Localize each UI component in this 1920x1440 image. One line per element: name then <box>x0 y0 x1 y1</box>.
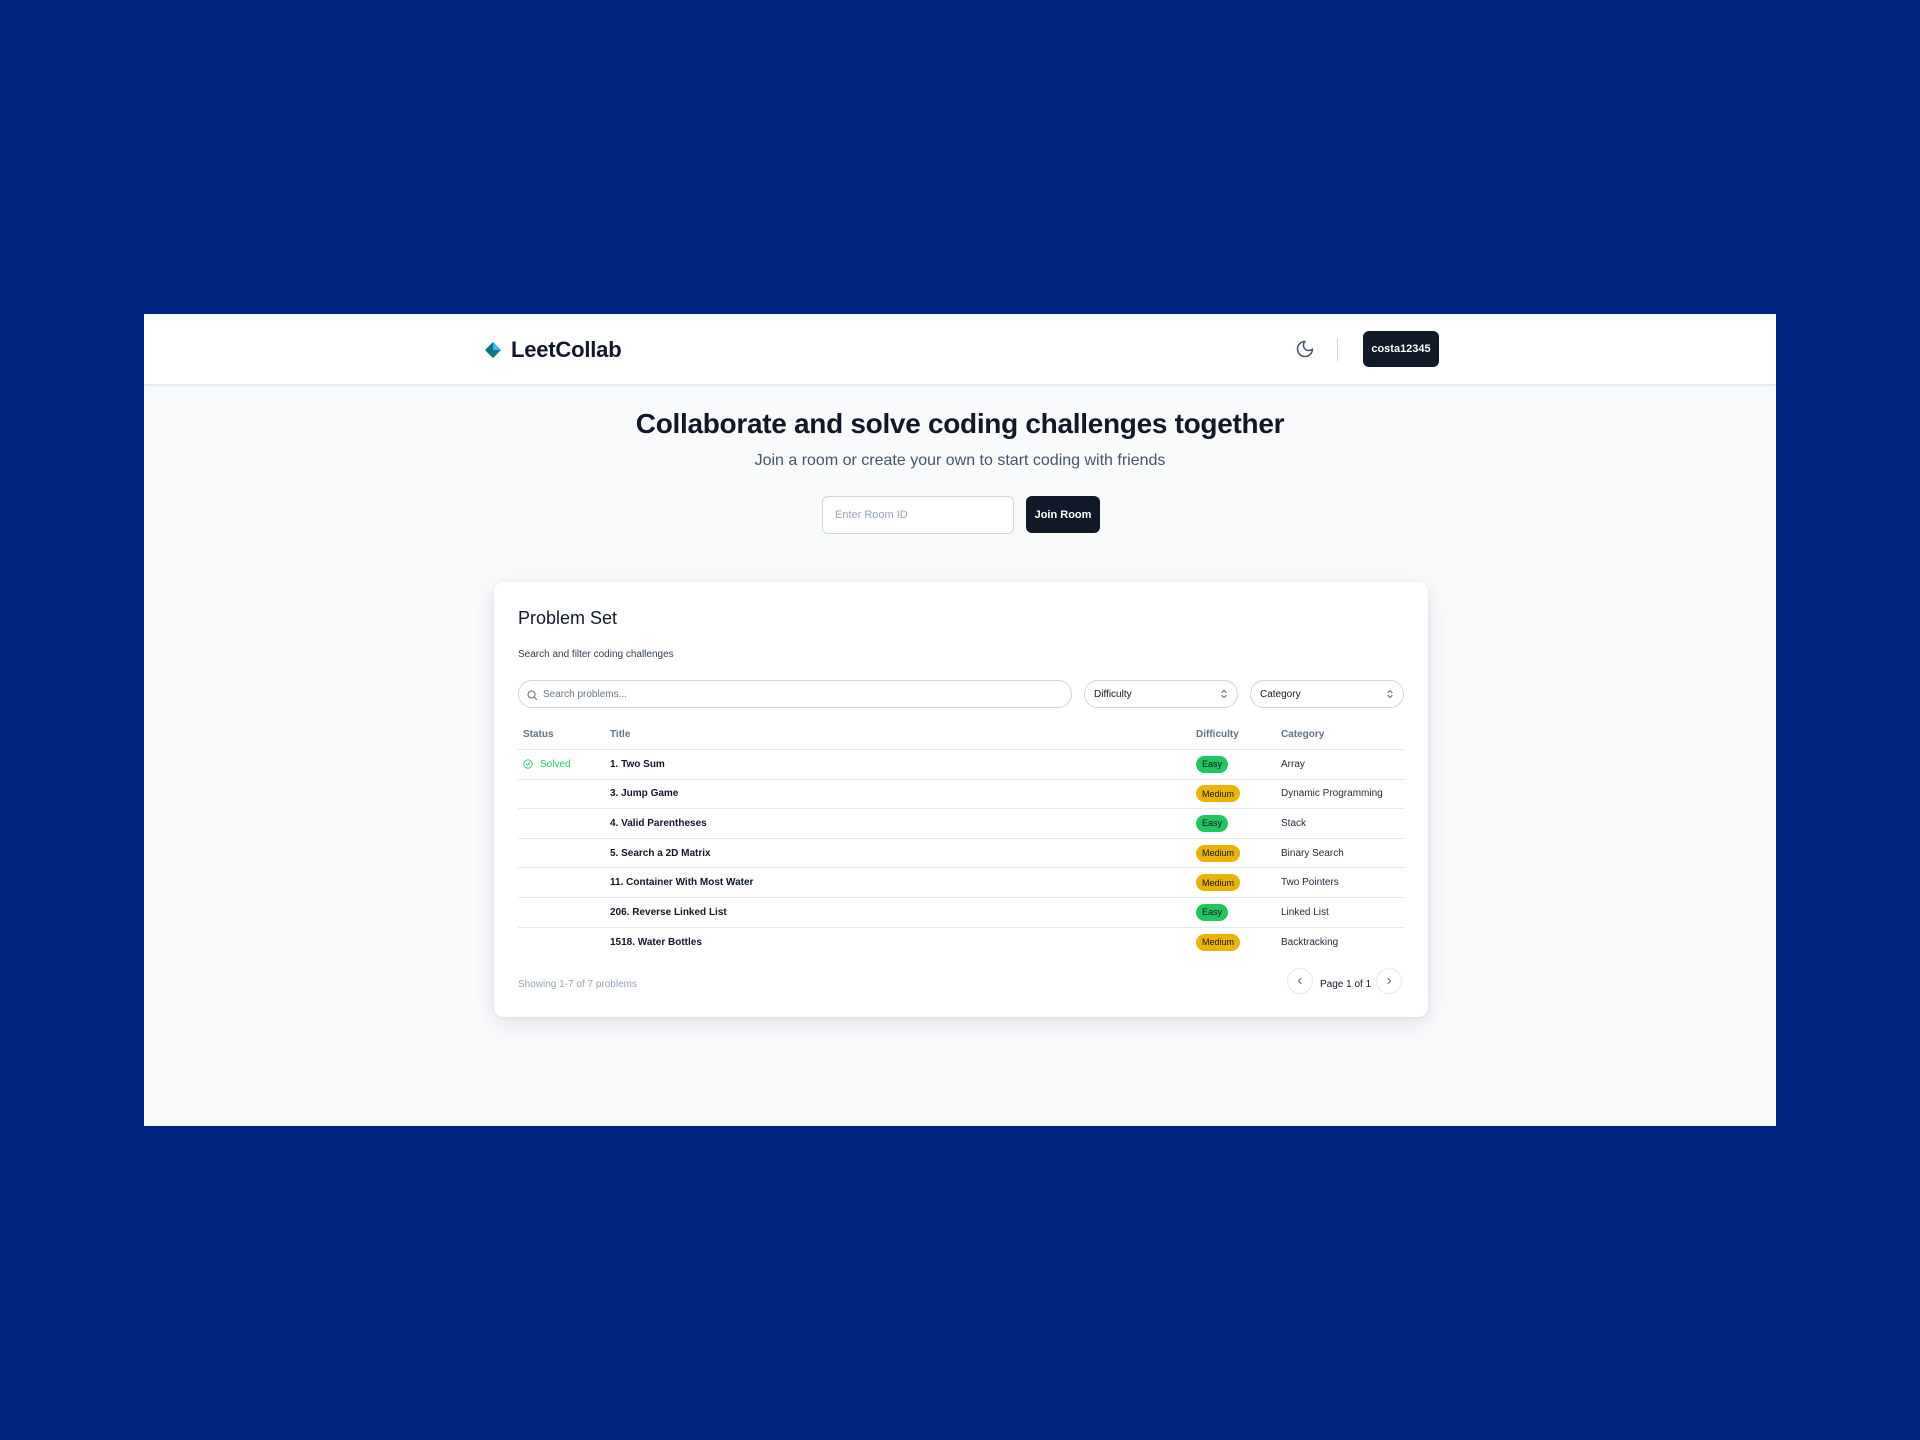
category-cell: Stack <box>1281 817 1307 829</box>
difficulty-cell: Medium <box>1196 839 1241 868</box>
difficulty-badge: Medium <box>1196 933 1241 951</box>
table-header-row: Status Title Difficulty Category <box>518 720 1404 750</box>
table-row[interactable]: 11. Container With Most Water Medium Two… <box>518 868 1404 898</box>
problems-table: Status Title Difficulty Category Solved … <box>518 720 1404 957</box>
problem-title-link[interactable]: 4. Valid Parentheses <box>610 809 707 838</box>
room-id-input[interactable] <box>822 496 1014 534</box>
category-cell: Two Pointers <box>1281 877 1339 889</box>
column-header-category[interactable]: Category <box>1281 720 1324 749</box>
category-cell: Linked List <box>1281 906 1329 918</box>
problem-title-link[interactable]: 1. Two Sum <box>610 750 665 779</box>
difficulty-cell: Medium <box>1196 868 1241 897</box>
difficulty-select[interactable]: Difficulty <box>1084 680 1238 708</box>
category-select[interactable]: Category <box>1250 680 1404 708</box>
difficulty-badge: Easy <box>1196 903 1229 921</box>
table-row[interactable]: 4. Valid Parentheses Easy Stack <box>518 809 1404 839</box>
difficulty-cell: Medium <box>1196 780 1241 809</box>
table-row[interactable]: Solved 1. Two Sum Easy Array <box>518 750 1404 780</box>
user-menu-button[interactable]: costa12345 <box>1363 331 1439 367</box>
search-box <box>518 680 1072 708</box>
chevrons-up-down-icon <box>1387 689 1393 699</box>
difficulty-cell: Easy <box>1196 809 1229 838</box>
table-row[interactable]: 1518. Water Bottles Medium Backtracking <box>518 928 1404 958</box>
problem-title-link[interactable]: 5. Search a 2D Matrix <box>610 839 711 868</box>
table-row[interactable]: 5. Search a 2D Matrix Medium Binary Sear… <box>518 839 1404 869</box>
difficulty-badge: Medium <box>1196 844 1241 862</box>
search-input[interactable] <box>543 681 1063 707</box>
difficulty-badge: Easy <box>1196 755 1229 773</box>
join-room-button[interactable]: Join Room <box>1026 496 1100 533</box>
results-count: Showing 1-7 of 7 problems <box>518 979 637 990</box>
problem-title-link[interactable]: 11. Container With Most Water <box>610 868 753 897</box>
category-cell: Dynamic Programming <box>1281 788 1383 800</box>
status-cell: Solved <box>523 750 571 779</box>
column-header-status[interactable]: Status <box>523 720 554 749</box>
brand-name: LeetCollab <box>511 337 622 362</box>
problem-title-link[interactable]: 3. Jump Game <box>610 780 678 809</box>
problem-title-link[interactable]: 1518. Water Bottles <box>610 928 702 958</box>
card-description: Search and filter coding challenges <box>518 649 674 660</box>
navbar-divider <box>1337 338 1338 361</box>
category-cell: Array <box>1281 758 1305 770</box>
check-circle-icon <box>523 759 533 769</box>
hero-subtitle: Join a room or create your own to start … <box>754 452 1166 469</box>
category-cell: Backtracking <box>1281 936 1339 948</box>
difficulty-badge: Easy <box>1196 814 1229 832</box>
chevrons-up-down-icon <box>1221 689 1227 699</box>
next-page-button[interactable] <box>1376 968 1402 994</box>
difficulty-cell: Easy <box>1196 750 1229 779</box>
difficulty-badge: Medium <box>1196 785 1241 803</box>
page-indicator: Page 1 of 1 <box>1320 979 1372 990</box>
moon-icon <box>1296 340 1314 358</box>
problem-set-card: Problem Set Search and filter coding cha… <box>494 582 1428 1017</box>
navbar: LeetCollab costa12345 <box>144 314 1776 385</box>
previous-page-button[interactable] <box>1287 968 1313 994</box>
difficulty-select-label: Difficulty <box>1094 688 1132 700</box>
difficulty-cell: Easy <box>1196 898 1229 927</box>
chevron-left-icon <box>1297 977 1302 985</box>
category-cell: Binary Search <box>1281 847 1344 859</box>
search-icon <box>527 690 538 701</box>
chevron-right-icon <box>1387 977 1392 985</box>
column-header-title[interactable]: Title <box>610 720 630 749</box>
card-title: Problem Set <box>518 608 618 628</box>
table-row[interactable]: 3. Jump Game Medium Dynamic Programming <box>518 780 1404 810</box>
column-header-difficulty[interactable]: Difficulty <box>1196 720 1239 749</box>
table-row[interactable]: 206. Reverse Linked List Easy Linked Lis… <box>518 898 1404 928</box>
app-window: LeetCollab costa12345 Collaborate and so… <box>144 314 1776 1126</box>
diamond-icon <box>485 342 501 358</box>
difficulty-cell: Medium <box>1196 928 1241 958</box>
category-select-label: Category <box>1260 688 1301 700</box>
brand-logo[interactable]: LeetCollab <box>484 334 622 366</box>
difficulty-badge: Medium <box>1196 874 1241 892</box>
problem-title-link[interactable]: 206. Reverse Linked List <box>610 898 727 927</box>
status-solved-label: Solved <box>540 758 571 770</box>
theme-toggle-button[interactable] <box>1292 336 1318 362</box>
hero-title: Collaborate and solve coding challenges … <box>635 408 1285 439</box>
